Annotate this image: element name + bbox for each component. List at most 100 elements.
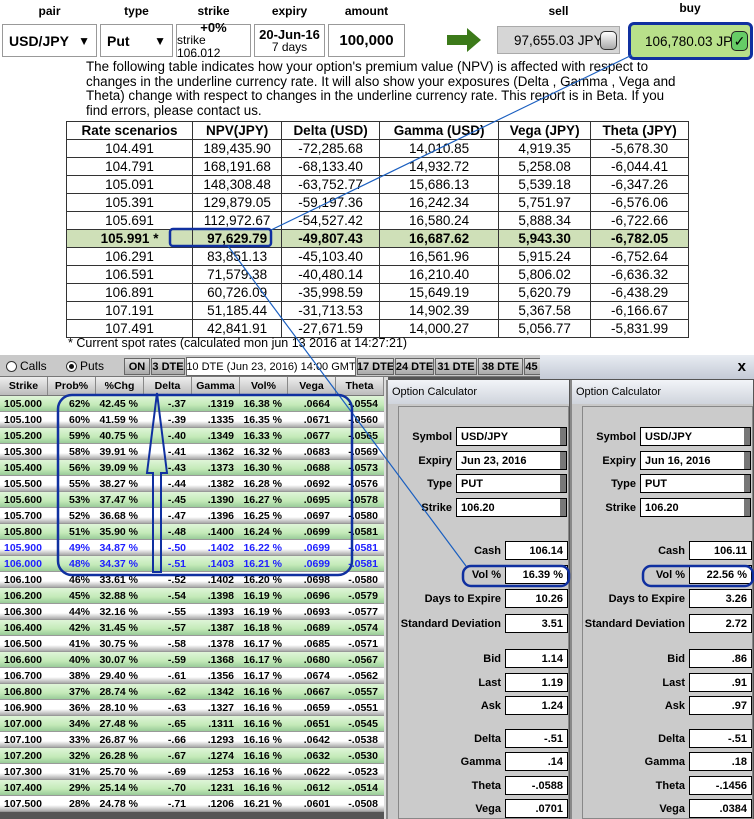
calls-radio[interactable]: Calls: [6, 359, 47, 373]
column-header[interactable]: Vega: [288, 377, 336, 395]
delta-input[interactable]: -.51: [689, 729, 752, 748]
column-header[interactable]: Delta: [144, 377, 192, 395]
option-row[interactable]: 107.000 34% 27.48 % -.65 .1311 16.16 % .0651 -.…: [0, 716, 386, 732]
stddev-input[interactable]: 2.72: [689, 614, 752, 633]
theta-input[interactable]: -.0588: [505, 776, 568, 795]
option-row[interactable]: 105.900 49% 34.87 % -.50 .1402 16.22 % .0699 -.…: [0, 540, 386, 556]
column-header[interactable]: Gamma: [192, 377, 240, 395]
column-header[interactable]: Vol%: [240, 377, 288, 395]
option-cell: 36.68 %: [99, 509, 138, 522]
option-row[interactable]: 105.200 59% 40.75 % -.40 .1349 16.33 % .0677 -.…: [0, 428, 386, 444]
strike-dropdown[interactable]: 106.20: [640, 498, 751, 517]
symbol-dropdown[interactable]: USD/JPY: [456, 427, 567, 446]
tab-dte[interactable]: 10 DTE (Jun 23, 2016) 14:00 GMT: [186, 357, 356, 376]
option-row[interactable]: 107.500 28% 24.78 % -.71 .1206 16.21 % .0601 -.…: [0, 796, 386, 812]
cash-input[interactable]: 106.14: [505, 541, 568, 560]
option-cell: 16.16 %: [243, 749, 282, 762]
option-cell: -.0560: [348, 413, 378, 426]
option-cell: -.0565: [348, 429, 378, 442]
type-dropdown[interactable]: PUT: [456, 474, 567, 493]
last-input[interactable]: .91: [689, 673, 752, 692]
option-row[interactable]: 107.200 32% 26.28 % -.67 .1274 16.16 % .0632 -.…: [0, 748, 386, 764]
option-row[interactable]: 106.500 41% 30.75 % -.58 .1378 16.17 % .0685 -.…: [0, 636, 386, 652]
puts-radio[interactable]: Puts: [66, 359, 104, 373]
option-row[interactable]: 107.400 29% 25.14 % -.70 .1231 16.16 % .0612 -.…: [0, 780, 386, 796]
last-input[interactable]: 1.19: [505, 673, 568, 692]
strike-dropdown[interactable]: 106.20: [456, 498, 567, 517]
column-header[interactable]: %Chg: [96, 377, 144, 395]
option-row[interactable]: 105.500 55% 38.27 % -.44 .1382 16.28 % .0692 -.…: [0, 476, 386, 492]
column-header[interactable]: Theta: [336, 377, 384, 395]
delta-input[interactable]: -.51: [505, 729, 568, 748]
option-row[interactable]: 106.700 38% 29.40 % -.61 .1356 16.17 % .0674 -.…: [0, 668, 386, 684]
close-icon[interactable]: x: [738, 358, 746, 375]
option-row[interactable]: 105.100 60% 41.59 % -.39 .1335 16.35 % .0671 -.…: [0, 412, 386, 428]
vega-input[interactable]: .0384: [689, 799, 752, 818]
vol-input[interactable]: 16.39 %: [505, 565, 568, 584]
column-header[interactable]: Prob%: [48, 377, 96, 395]
option-row[interactable]: 107.100 33% 26.87 % -.66 .1293 16.16 % .0642 -.…: [0, 732, 386, 748]
option-row[interactable]: 105.600 53% 37.47 % -.45 .1390 16.27 % .0695 -.…: [0, 492, 386, 508]
option-cell: 39.09 %: [99, 461, 138, 474]
option-row[interactable]: 106.000 48% 34.37 % -.51 .1403 16.21 % .0699 -.…: [0, 556, 386, 572]
option-row[interactable]: 105.300 58% 39.91 % -.41 .1362 16.32 % .0683 -.…: [0, 444, 386, 460]
column-header: NPV(JPY): [192, 121, 283, 140]
sell-button[interactable]: 97,655.03 JPY: [497, 26, 620, 54]
option-cell: 107.500: [4, 797, 42, 810]
ask-input[interactable]: 1.24: [505, 696, 568, 715]
expiry-field[interactable]: 20-Jun-16 7 days: [254, 24, 325, 57]
theta-input[interactable]: -.1456: [689, 776, 752, 795]
expiry-dropdown[interactable]: Jun 23, 2016: [456, 451, 567, 470]
strike-field[interactable]: +0% strike 106.012: [176, 21, 251, 60]
days-input[interactable]: 10.26: [505, 589, 568, 608]
column-header[interactable]: Strike: [0, 377, 48, 395]
type-select[interactable]: Put ▼: [100, 24, 173, 57]
table-cell: 5,539.18: [498, 175, 592, 194]
vol-input[interactable]: 22.56 %: [689, 565, 752, 584]
option-row[interactable]: 106.300 44% 32.16 % -.55 .1393 16.19 % .0693 -.…: [0, 604, 386, 620]
option-row[interactable]: 106.900 36% 28.10 % -.63 .1327 16.16 % .0659 -.…: [0, 700, 386, 716]
option-row[interactable]: 105.000 62% 42.45 % -.37 .1319 16.38 % .0664 -.…: [0, 396, 386, 412]
buy-button[interactable]: 106,780.03 JPY ✓: [628, 22, 753, 60]
tab-dte[interactable]: 17 DTE: [357, 358, 394, 375]
tab-dte[interactable]: 3 DTE: [151, 358, 185, 375]
option-row[interactable]: 105.700 52% 36.68 % -.47 .1396 16.25 % .0697 -.…: [0, 508, 386, 524]
stddev-input[interactable]: 3.51: [505, 614, 568, 633]
tab-dte[interactable]: 31 DTE: [435, 358, 477, 375]
type-dropdown[interactable]: PUT: [640, 474, 751, 493]
tab-dte[interactable]: ON: [124, 358, 150, 375]
option-row[interactable]: 106.100 46% 33.61 % -.52 .1402 16.20 % .0698 -.…: [0, 572, 386, 588]
option-row[interactable]: 106.600 40% 30.07 % -.59 .1368 16.17 % .0680 -.…: [0, 652, 386, 668]
tab-dte[interactable]: 24 DTE: [395, 358, 434, 375]
gamma-input[interactable]: .14: [505, 752, 568, 771]
option-cell: -.44: [167, 477, 186, 490]
vega-label: Vega: [659, 802, 685, 815]
buy-checkbox-checked-icon[interactable]: ✓: [731, 31, 748, 51]
option-row[interactable]: 105.800 51% 35.90 % -.48 .1400 16.24 % .0699 -.…: [0, 524, 386, 540]
expiry-dropdown[interactable]: Jun 16, 2016: [640, 451, 751, 470]
sell-checkbox[interactable]: [600, 31, 617, 50]
tab-dte[interactable]: 38 DTE: [478, 358, 523, 375]
option-row[interactable]: 106.200 45% 32.88 % -.54 .1398 16.19 % .0696 -.…: [0, 588, 386, 604]
pair-select[interactable]: USD/JPY ▼: [2, 24, 97, 57]
gamma-input[interactable]: .18: [689, 752, 752, 771]
option-row[interactable]: 106.400 42% 31.45 % -.57 .1387 16.18 % .0689 -.…: [0, 620, 386, 636]
gamma-label: Gamma: [460, 755, 501, 768]
option-row[interactable]: 105.400 56% 39.09 % -.43 .1373 16.30 % .0688 -.…: [0, 460, 386, 476]
option-row[interactable]: 106.800 37% 28.74 % -.62 .1342 16.16 % .0667 -.…: [0, 684, 386, 700]
option-cell: 41%: [68, 637, 90, 650]
bid-input[interactable]: 1.14: [505, 649, 568, 668]
symbol-dropdown[interactable]: USD/JPY: [640, 427, 751, 446]
days-input[interactable]: 3.26: [689, 589, 752, 608]
amount-input[interactable]: 100,000: [328, 24, 405, 57]
bid-input[interactable]: .86: [689, 649, 752, 668]
field-stddev: Standard Deviation 2.72: [574, 614, 752, 633]
option-row[interactable]: 107.300 31% 25.70 % -.69 .1253 16.16 % .0622 -.…: [0, 764, 386, 780]
cash-input[interactable]: 106.11: [689, 541, 752, 560]
ask-input[interactable]: .97: [689, 696, 752, 715]
option-cell: 105.100: [4, 413, 42, 426]
symbol-label: Symbol: [596, 430, 636, 443]
field-expiry: Expiry Jun 23, 2016: [390, 451, 567, 470]
vega-input[interactable]: .0701: [505, 799, 568, 818]
option-cell: -.59: [167, 653, 186, 666]
